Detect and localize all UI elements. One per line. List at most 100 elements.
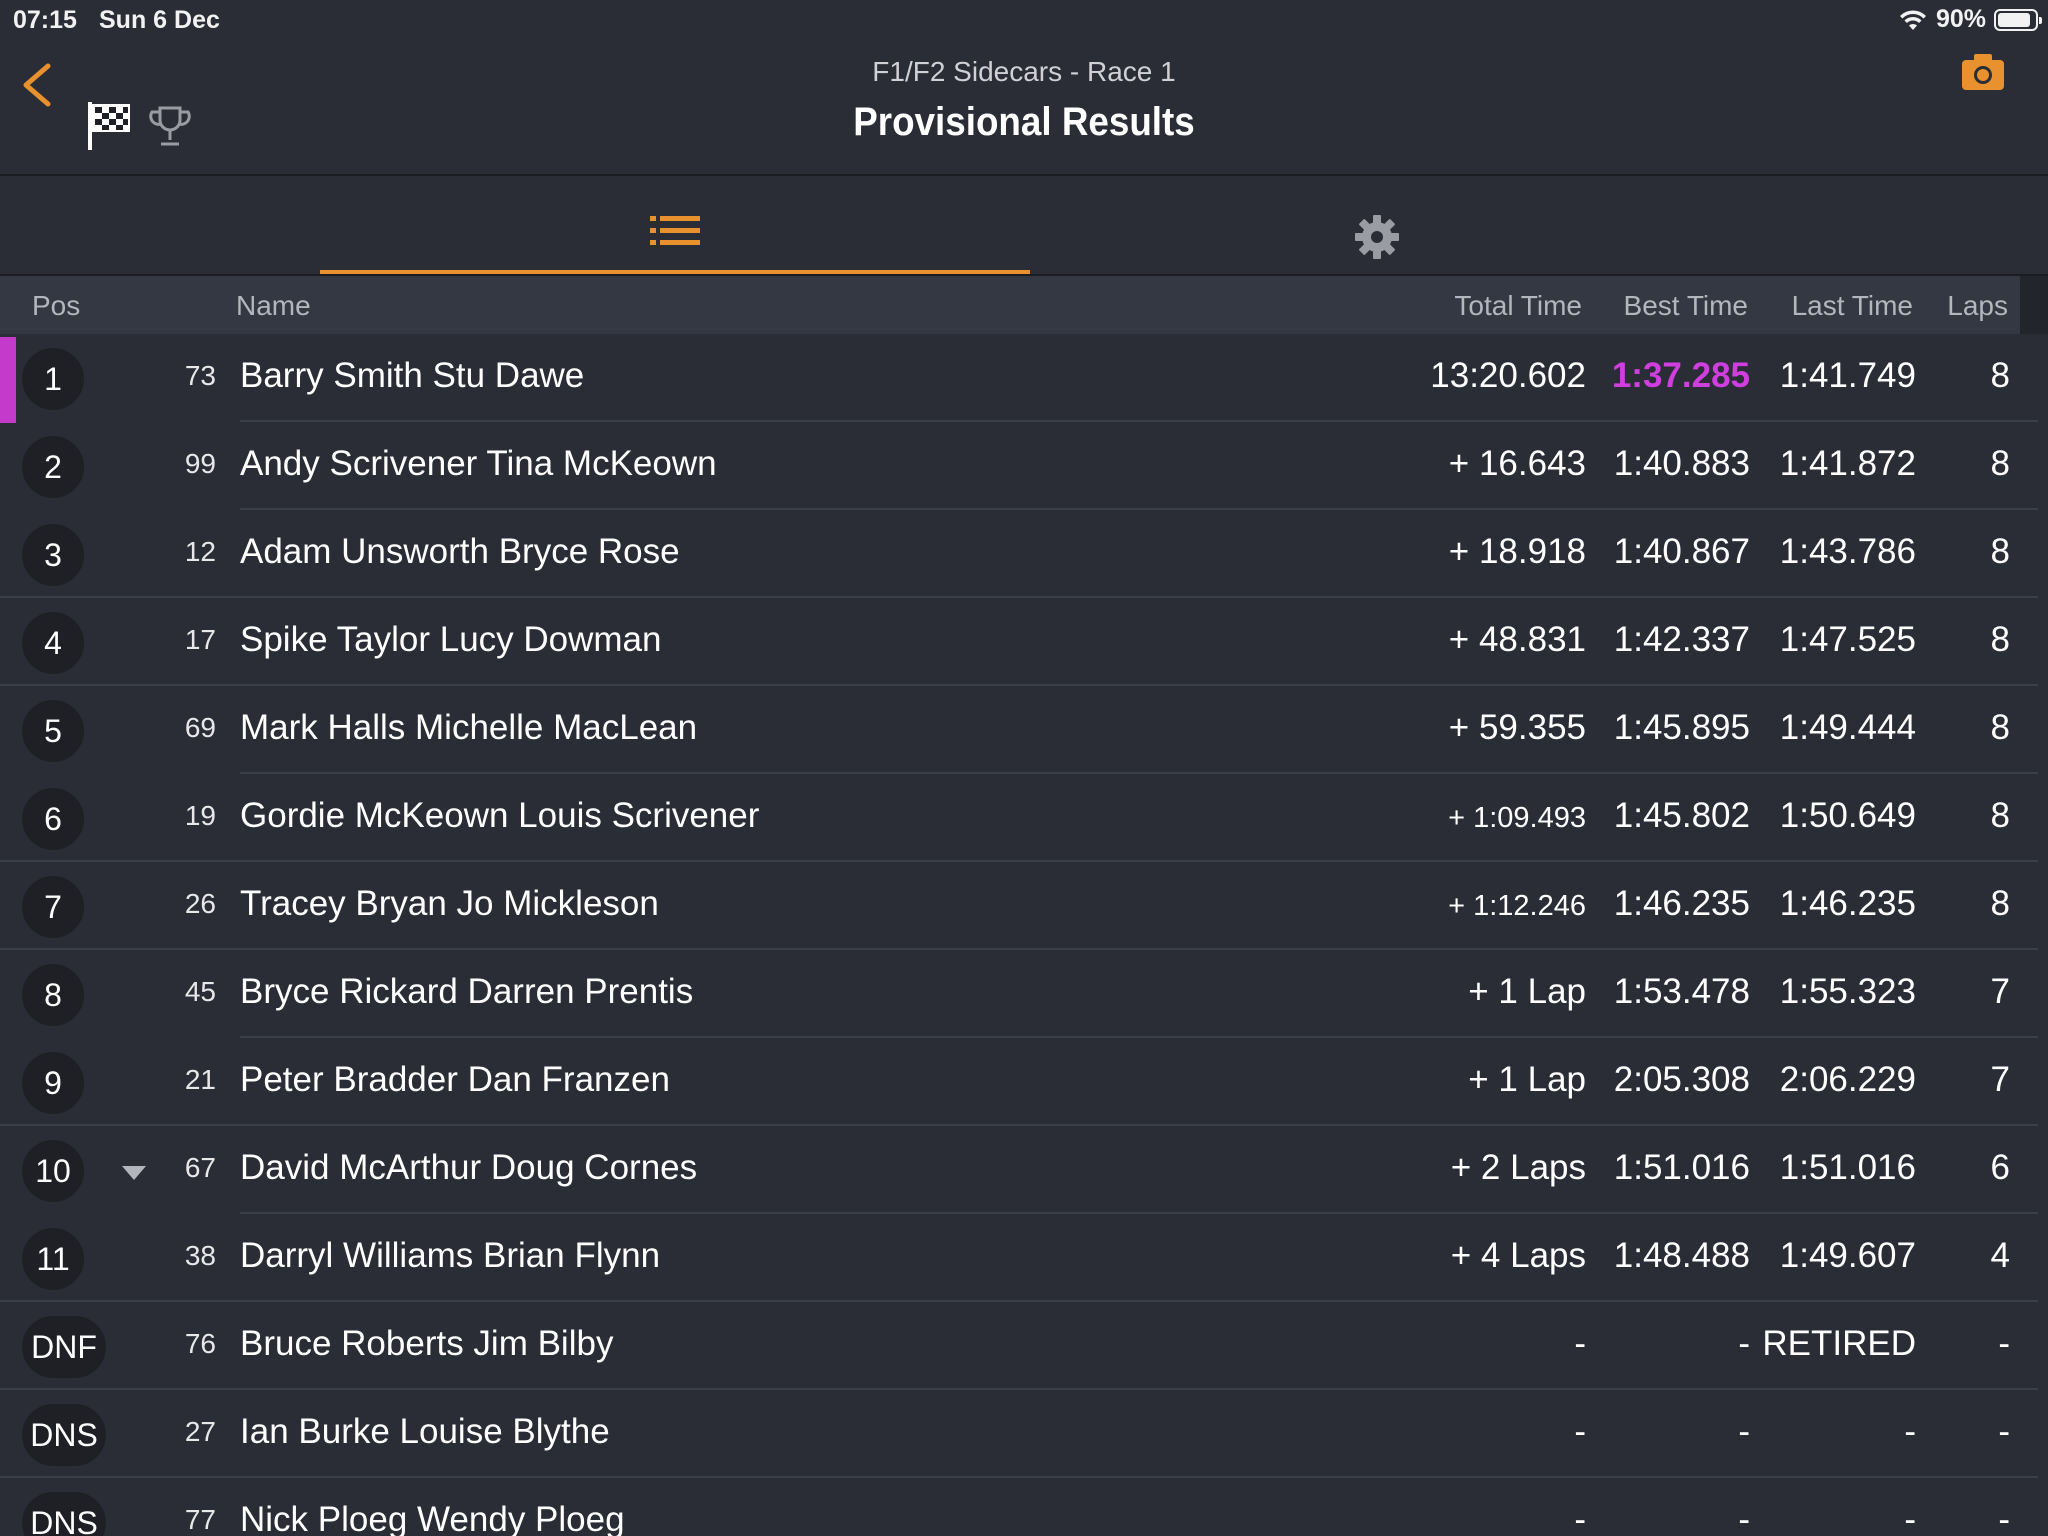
- best-time: -: [1738, 1412, 1750, 1451]
- total-time: -: [1574, 1324, 1586, 1363]
- position-badge: DNF: [22, 1316, 106, 1378]
- table-row[interactable]: DNS 77 Nick Ploeg Wendy Ploeg - - - -: [0, 1478, 2048, 1536]
- laps: 8: [1990, 356, 2010, 395]
- rider-names: Nick Ploeg Wendy Ploeg: [240, 1500, 625, 1536]
- position-badge: 6: [22, 788, 84, 850]
- column-best-time[interactable]: Best Time: [1624, 290, 1748, 322]
- status-date: Sun 6 Dec: [99, 6, 220, 34]
- table-row[interactable]: 6 19 Gordie McKeown Louis Scrivener + 1:…: [0, 774, 2048, 862]
- leader-marker: [0, 337, 16, 423]
- race-number: 21: [184, 1064, 216, 1095]
- column-laps[interactable]: Laps: [1947, 290, 2008, 322]
- laps: -: [1998, 1412, 2010, 1451]
- race-number: 77: [184, 1504, 216, 1535]
- table-row[interactable]: 7 26 Tracey Bryan Jo Mickleson + 1:12.24…: [0, 862, 2048, 950]
- rider-names: Spike Taylor Lucy Dowman: [240, 620, 662, 659]
- total-time: + 16.643: [1448, 444, 1586, 483]
- battery-percent: 90%: [1935, 5, 1986, 33]
- best-time: -: [1738, 1324, 1750, 1363]
- position-badge: 11: [22, 1228, 84, 1290]
- table-row[interactable]: 4 17 Spike Taylor Lucy Dowman + 48.831 1…: [0, 598, 2048, 686]
- best-time: 1:42.337: [1613, 620, 1750, 659]
- position-badge: 3: [22, 524, 84, 586]
- total-time: + 4 Laps: [1450, 1236, 1586, 1275]
- race-number: 67: [184, 1152, 216, 1183]
- table-row[interactable]: DNF 76 Bruce Roberts Jim Bilby - - RETIR…: [0, 1302, 2048, 1390]
- last-time: 1:55.323: [1779, 972, 1916, 1011]
- best-time: 1:48.488: [1613, 1236, 1750, 1275]
- status-bar: 07:15 Sun 6 Dec 90%: [0, 0, 2048, 40]
- position-badge: 10: [22, 1140, 84, 1202]
- wifi-icon: [1899, 9, 1926, 30]
- position-badge: 5: [22, 700, 84, 762]
- best-time: 1:45.802: [1613, 796, 1750, 835]
- race-number: 12: [184, 536, 216, 567]
- last-time: 1:47.525: [1779, 620, 1916, 659]
- results-column-header: Pos Name Total Time Best Time Last Time …: [0, 276, 2020, 334]
- list-icon: [650, 216, 700, 245]
- nav-header: F1/F2 Sidecars - Race 1 Provisional Resu…: [0, 40, 2048, 176]
- tab-settings[interactable]: [1022, 176, 1732, 274]
- race-number: 17: [184, 624, 216, 655]
- total-time: + 48.831: [1448, 620, 1586, 659]
- last-time: 1:51.016: [1779, 1148, 1916, 1187]
- race-number: 19: [184, 800, 216, 831]
- last-time: 1:49.444: [1779, 708, 1916, 747]
- column-total-time[interactable]: Total Time: [1454, 290, 1582, 322]
- total-time: + 1:09.493: [1448, 802, 1586, 834]
- table-row[interactable]: 10 67 David McArthur Doug Cornes + 2 Lap…: [0, 1126, 2048, 1214]
- battery-fill: [1998, 12, 2031, 27]
- best-time: 1:51.016: [1613, 1148, 1750, 1187]
- last-time: 1:49.607: [1779, 1236, 1916, 1275]
- laps: 8: [1990, 796, 2010, 835]
- race-number: 26: [184, 888, 216, 919]
- laps: 8: [1990, 532, 2010, 571]
- table-row[interactable]: 5 69 Mark Halls Michelle MacLean + 59.35…: [0, 686, 2048, 774]
- rider-names: Mark Halls Michelle MacLean: [240, 708, 698, 747]
- table-row[interactable]: 3 12 Adam Unsworth Bryce Rose + 18.918 1…: [0, 510, 2048, 598]
- race-subtitle: F1/F2 Sidecars - Race 1: [872, 56, 1176, 87]
- last-time: 1:46.235: [1779, 884, 1916, 923]
- last-time: 1:41.749: [1779, 356, 1916, 395]
- best-time: 1:40.867: [1613, 532, 1750, 571]
- rider-names: Ian Burke Louise Blythe: [240, 1412, 610, 1451]
- tab-bar: [0, 176, 2048, 276]
- tab-results-list[interactable]: [320, 176, 1030, 274]
- table-row[interactable]: 9 21 Peter Bradder Dan Franzen + 1 Lap 2…: [0, 1038, 2048, 1126]
- laps: 4: [1990, 1236, 2010, 1275]
- gear-icon: [1355, 215, 1399, 259]
- race-number: 27: [184, 1416, 216, 1447]
- best-time: 1:46.235: [1613, 884, 1750, 923]
- rider-names: Darryl Williams Brian Flynn: [240, 1236, 661, 1275]
- table-row[interactable]: 1 73 Barry Smith Stu Dawe 13:20.602 1:37…: [0, 334, 2048, 423]
- total-time: + 1 Lap: [1468, 1060, 1586, 1099]
- position-badge: DNS: [22, 1492, 106, 1536]
- total-time: 13:20.602: [1430, 356, 1586, 395]
- laps: 8: [1990, 708, 2010, 747]
- best-time-fastest: 1:37.285: [1611, 356, 1750, 395]
- table-row[interactable]: 11 38 Darryl Williams Brian Flynn + 4 La…: [0, 1214, 2048, 1302]
- table-row[interactable]: DNS 27 Ian Burke Louise Blythe - - - -: [0, 1390, 2048, 1478]
- laps: 8: [1990, 620, 2010, 659]
- last-time: -: [1904, 1412, 1916, 1451]
- results-table: 1 73 Barry Smith Stu Dawe 13:20.602 1:37…: [0, 334, 2048, 1536]
- total-time: -: [1574, 1500, 1586, 1536]
- table-row[interactable]: 8 45 Bryce Rickard Darren Prentis + 1 La…: [0, 950, 2048, 1038]
- position-badge: 9: [22, 1052, 84, 1114]
- rider-names: Tracey Bryan Jo Mickleson: [240, 884, 659, 923]
- page-title: Provisional Results: [853, 100, 1195, 144]
- scrollbar[interactable]: [2020, 276, 2048, 334]
- column-last-time[interactable]: Last Time: [1792, 290, 1913, 322]
- laps: 8: [1990, 884, 2010, 923]
- column-pos[interactable]: Pos: [32, 290, 80, 322]
- status-right: 90%: [1898, 5, 2042, 34]
- laps: 7: [1990, 1060, 2010, 1099]
- laps: -: [1998, 1500, 2010, 1536]
- column-name[interactable]: Name: [236, 290, 311, 322]
- best-time: 1:40.883: [1613, 444, 1750, 483]
- table-row[interactable]: 2 99 Andy Scrivener Tina McKeown + 16.64…: [0, 422, 2048, 510]
- laps: -: [1998, 1324, 2010, 1363]
- camera-icon[interactable]: [1960, 52, 2006, 92]
- last-time: 2:06.229: [1779, 1060, 1916, 1099]
- position-badge: 2: [22, 436, 84, 498]
